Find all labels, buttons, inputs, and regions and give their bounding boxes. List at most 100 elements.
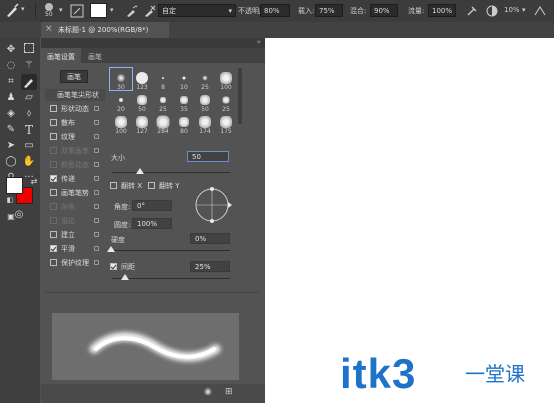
list-item-protect-texture[interactable]: 保护纹理 [45, 257, 105, 269]
lock-icon[interactable] [94, 204, 99, 209]
brush-preset-50[interactable]: 50 [131, 90, 153, 113]
checkbox[interactable] [50, 203, 57, 210]
move-tool-icon[interactable]: ✥ [4, 43, 18, 57]
mixer-brush-tool-icon[interactable] [4, 3, 20, 19]
checkbox[interactable] [50, 189, 57, 196]
roundness-field[interactable]: 100% [132, 218, 172, 229]
list-item-color-dynamics[interactable]: 颜色动态 [45, 159, 105, 171]
smoothing-icon[interactable] [486, 5, 498, 17]
checkbox[interactable] [50, 217, 57, 224]
list-item-brush-pose[interactable]: 画笔笔势 [45, 187, 105, 199]
airbrush-icon[interactable] [466, 5, 478, 17]
magic-wand-tool-icon[interactable]: ⚚ [22, 59, 36, 73]
spacing-slider-track[interactable] [112, 278, 230, 279]
size-field[interactable]: 50 [187, 151, 229, 162]
brush-preset-80[interactable]: 80 [173, 112, 195, 135]
checkbox[interactable] [50, 231, 57, 238]
list-item-build-up[interactable]: 建立 [45, 229, 105, 241]
lock-icon[interactable] [94, 232, 99, 237]
lock-icon[interactable] [94, 148, 99, 153]
brush-preset-25[interactable]: 25 [152, 90, 174, 113]
preset-grid-scrollbar[interactable] [238, 68, 242, 124]
checkbox-checked[interactable] [50, 245, 57, 252]
panel-header[interactable]: » [41, 38, 265, 48]
brush-settings-panel-icon[interactable] [70, 4, 84, 18]
list-item-brush-tip-shape[interactable]: 画笔笔尖形状 [45, 89, 105, 101]
flip-y-option[interactable]: 翻转 Y [143, 180, 193, 192]
list-item-dual-brush[interactable]: 双重画笔 [45, 145, 105, 157]
lock-icon[interactable] [94, 190, 99, 195]
checkbox[interactable] [50, 133, 57, 140]
brush-preset-35[interactable]: 35 [173, 90, 195, 113]
crop-tool-icon[interactable]: ⌗ [4, 75, 18, 89]
swatch-arrow-icon[interactable]: ▾ [110, 6, 114, 14]
checkbox[interactable] [50, 119, 57, 126]
brush-preset-100[interactable]: 100 [110, 112, 132, 135]
flow-field[interactable]: 100% [428, 4, 456, 17]
rectangle-tool-icon[interactable]: ▭ [22, 139, 36, 153]
load-brush-icon[interactable] [124, 4, 138, 18]
blur-tool-icon[interactable]: ⬨ [22, 107, 36, 121]
toggle-live-tip-preview-icon[interactable]: ◉ [204, 387, 212, 397]
brush-preset-25[interactable]: 25 [215, 90, 237, 113]
angle-field[interactable]: 0° [132, 200, 172, 211]
panel-menu-icon[interactable]: » [257, 38, 261, 46]
brush-preset-50[interactable]: 50 [194, 90, 216, 113]
foreground-color-swatch[interactable] [6, 177, 23, 194]
type-tool-icon[interactable]: T [22, 123, 36, 137]
ellipse-tool-icon[interactable]: ◯ [4, 155, 18, 169]
brush-preset-127[interactable]: 127 [131, 112, 153, 135]
hardness-field[interactable]: 0% [190, 233, 230, 244]
document-tab[interactable]: × 未标题-1 @ 200%(RGB/8*) [41, 22, 169, 38]
lock-icon[interactable] [94, 218, 99, 223]
wet-field[interactable]: 80% [260, 4, 290, 17]
lock-icon[interactable] [94, 246, 99, 251]
clean-brush-icon[interactable] [142, 4, 156, 18]
checkbox[interactable] [50, 147, 57, 154]
list-item-scattering[interactable]: 散布 [45, 117, 105, 129]
checkbox-checked[interactable] [50, 175, 57, 182]
create-new-brush-icon[interactable]: ⊞ [225, 387, 233, 397]
brush-picker-arrow-icon[interactable]: ▾ [59, 6, 63, 14]
swap-colors-icon[interactable]: ⇄ [27, 175, 41, 189]
default-colors-icon[interactable]: ◧ [3, 193, 17, 207]
path-select-tool-icon[interactable]: ➤ [4, 139, 18, 153]
eraser-tool-icon[interactable]: ▱ [22, 91, 36, 105]
marquee-tool-icon[interactable] [22, 43, 36, 57]
list-item-transfer[interactable]: 传递 [45, 173, 105, 185]
tab-brushes-label[interactable]: 画笔 [88, 52, 102, 62]
load-field[interactable]: 75% [315, 4, 343, 17]
brush-preset-8[interactable]: 8 [152, 68, 174, 91]
spacing-field[interactable]: 25% [190, 261, 230, 272]
bucket-tool-icon[interactable]: ◈ [4, 107, 18, 121]
brush-preset-30[interactable]: 30 [109, 67, 133, 91]
checkbox[interactable] [50, 105, 57, 112]
hardness-slider-track[interactable] [112, 250, 230, 251]
hardness-slider-thumb[interactable] [107, 246, 115, 252]
list-item-noise[interactable]: 杂色 [45, 201, 105, 213]
checkbox[interactable] [110, 182, 117, 189]
list-item-smoothing[interactable]: 平滑 [45, 243, 105, 255]
spacing-slider-thumb[interactable] [121, 274, 129, 280]
checkbox[interactable] [50, 161, 57, 168]
blend-mode-select[interactable]: 自定 ▾ [158, 4, 236, 17]
brush-preset-123[interactable]: 123 [131, 68, 153, 91]
lock-icon[interactable] [94, 176, 99, 181]
current-color-swatch[interactable] [90, 3, 107, 18]
list-item-texture[interactable]: 纹理 [45, 131, 105, 143]
list-item-wet-edges[interactable]: 湿边 [45, 215, 105, 227]
brush-preset-20[interactable]: 20 [110, 90, 132, 113]
checkbox-checked[interactable] [110, 263, 117, 270]
close-icon[interactable]: × [45, 24, 53, 34]
lock-icon[interactable] [94, 162, 99, 167]
spacing-option[interactable]: 间距 [105, 261, 155, 273]
lock-icon[interactable] [94, 260, 99, 265]
brush-tool-icon[interactable] [21, 74, 37, 90]
brush-preset-25[interactable]: 25 [194, 68, 216, 91]
lock-icon[interactable] [94, 134, 99, 139]
brush-angle-widget[interactable] [191, 184, 233, 226]
screen-mode-icon[interactable]: ▣ [4, 210, 18, 224]
stamp-tool-icon[interactable]: ♟ [4, 91, 18, 105]
brushes-button[interactable]: 画笔 [60, 70, 88, 83]
sample-all-layers-icon[interactable] [533, 5, 547, 17]
